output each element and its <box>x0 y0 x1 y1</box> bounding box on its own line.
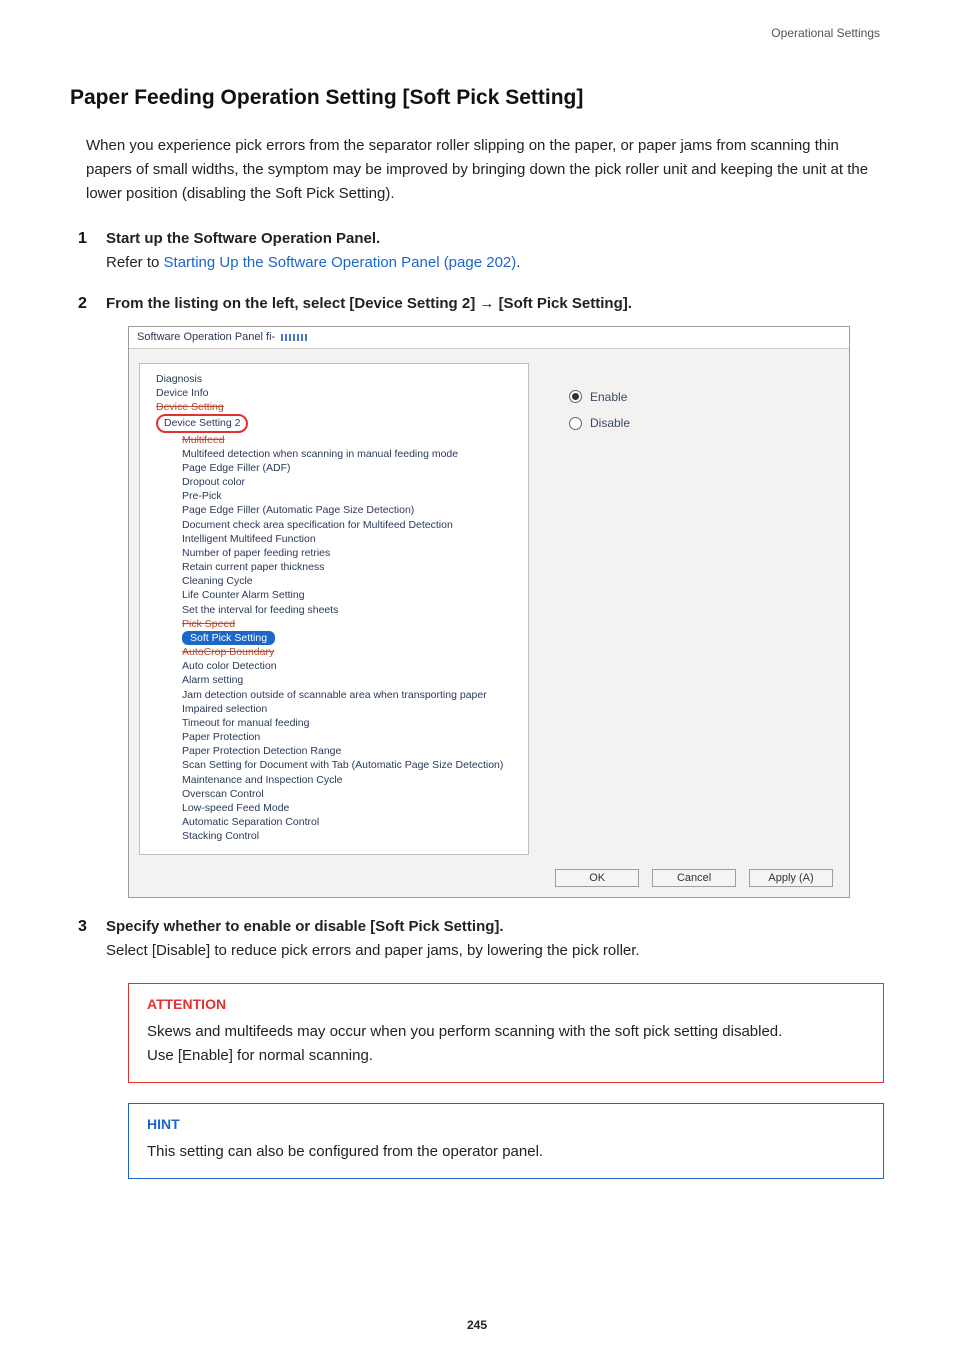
attention-callout: ATTENTION Skews and multifeeds may occur… <box>128 983 884 1083</box>
tree-item[interactable]: Automatic Separation Control <box>146 815 522 829</box>
tree-node-device-setting[interactable]: Device Setting <box>146 400 522 414</box>
tree-item[interactable]: Multifeed <box>146 433 522 447</box>
hint-heading: HINT <box>147 1116 865 1132</box>
dialog-mock: Software Operation Panel fi- Diagnosis D… <box>128 326 850 898</box>
header-right-label: Operational Settings <box>70 26 884 40</box>
tree-item[interactable]: Intelligent Multifeed Function <box>146 532 522 546</box>
radio-icon <box>569 390 582 403</box>
tree-item[interactable]: Timeout for manual feeding <box>146 716 522 730</box>
step-item-3: 3 Specify whether to enable or disable [… <box>78 918 884 1179</box>
radio-label-disable: Disable <box>590 415 630 431</box>
attention-body: Skews and multifeeds may occur when you … <box>147 1020 865 1068</box>
tree-item[interactable]: Life Counter Alarm Setting <box>146 588 522 602</box>
tree-item[interactable]: Alarm setting <box>146 673 522 687</box>
xref-link[interactable]: Starting Up the Software Operation Panel… <box>164 254 517 271</box>
hint-body: This setting can also be configured from… <box>147 1140 865 1164</box>
page: Operational Settings Paper Feeding Opera… <box>0 0 954 1350</box>
step-number: 3 <box>78 918 87 936</box>
tree-item[interactable]: Maintenance and Inspection Cycle <box>146 773 522 787</box>
step-title: Specify whether to enable or disable [So… <box>106 918 884 935</box>
step-number: 2 <box>78 295 87 313</box>
step-list: 1 Start up the Software Operation Panel.… <box>78 230 884 1179</box>
apply-button[interactable]: Apply (A) <box>749 869 833 888</box>
step-body-prefix: Refer to <box>106 254 164 271</box>
dialog-titlebar: Software Operation Panel fi- <box>129 327 849 349</box>
attention-line-1: Skews and multifeeds may occur when you … <box>147 1020 865 1044</box>
cancel-button[interactable]: Cancel <box>652 869 736 888</box>
step-title: Start up the Software Operation Panel. <box>106 230 884 247</box>
section-heading: Paper Feeding Operation Setting [Soft Pi… <box>70 86 884 110</box>
tree-item[interactable]: Document check area specification for Mu… <box>146 518 522 532</box>
tree-item[interactable]: Page Edge Filler (Automatic Page Size De… <box>146 503 522 517</box>
options-panel: Enable Disable <box>529 363 839 855</box>
tree-item[interactable]: Number of paper feeding retries <box>146 546 522 560</box>
tree-item[interactable]: Impaired selection <box>146 702 522 716</box>
step-body-suffix: . <box>516 254 520 271</box>
tree-item[interactable]: Paper Protection Detection Range <box>146 744 522 758</box>
step-body: Select [Disable] to reduce pick errors a… <box>106 939 884 963</box>
tree-item[interactable]: Set the interval for feeding sheets <box>146 603 522 617</box>
tree-item[interactable]: Overscan Control <box>146 787 522 801</box>
radio-label-enable: Enable <box>590 389 627 405</box>
tree-node-soft-pick-setting[interactable]: Soft Pick Setting <box>146 631 522 645</box>
radio-enable[interactable]: Enable <box>569 389 823 405</box>
ok-button[interactable]: OK <box>555 869 639 888</box>
step-title: From the listing on the left, select [De… <box>106 295 884 312</box>
hint-callout: HINT This setting can also be configured… <box>128 1103 884 1179</box>
attention-line-2: Use [Enable] for normal scanning. <box>147 1044 865 1068</box>
tree-item[interactable]: Retain current paper thickness <box>146 560 522 574</box>
tree-item[interactable]: Dropout color <box>146 475 522 489</box>
step-number: 1 <box>78 230 87 248</box>
settings-tree[interactable]: Diagnosis Device Info Device Setting Dev… <box>139 363 529 855</box>
tree-item[interactable]: Page Edge Filler (ADF) <box>146 461 522 475</box>
tree-item[interactable]: Multifeed detection when scanning in man… <box>146 447 522 461</box>
tree-item[interactable]: Pick Speed <box>146 617 522 631</box>
radio-icon <box>569 417 582 430</box>
tree-item[interactable]: Low-speed Feed Mode <box>146 801 522 815</box>
step-body: Refer to Starting Up the Software Operat… <box>106 251 884 275</box>
attention-heading: ATTENTION <box>147 996 865 1012</box>
tree-item[interactable]: AutoCrop Boundary <box>146 645 522 659</box>
step-item-2: 2 From the listing on the left, select [… <box>78 295 884 898</box>
radio-disable[interactable]: Disable <box>569 415 823 431</box>
tree-item[interactable]: Stacking Control <box>146 829 522 843</box>
title-redaction <box>281 334 309 341</box>
tree-node-diagnosis[interactable]: Diagnosis <box>146 372 522 386</box>
tree-item[interactable]: Jam detection outside of scannable area … <box>146 688 522 702</box>
tree-item[interactable]: Auto color Detection <box>146 659 522 673</box>
dialog-title-text: Software Operation Panel fi- <box>137 330 275 345</box>
intro-paragraph: When you experience pick errors from the… <box>86 134 884 206</box>
tree-item[interactable]: Cleaning Cycle <box>146 574 522 588</box>
tree-node-device-info[interactable]: Device Info <box>146 386 522 400</box>
tree-item[interactable]: Pre-Pick <box>146 489 522 503</box>
step-item-1: 1 Start up the Software Operation Panel.… <box>78 230 884 275</box>
tree-item[interactable]: Paper Protection <box>146 730 522 744</box>
tree-item[interactable]: Scan Setting for Document with Tab (Auto… <box>146 758 522 772</box>
tree-node-device-setting-2[interactable]: Device Setting 2 <box>146 414 522 432</box>
page-number: 245 <box>0 1318 954 1332</box>
dialog-button-row: OK Cancel Apply (A) <box>129 863 849 898</box>
